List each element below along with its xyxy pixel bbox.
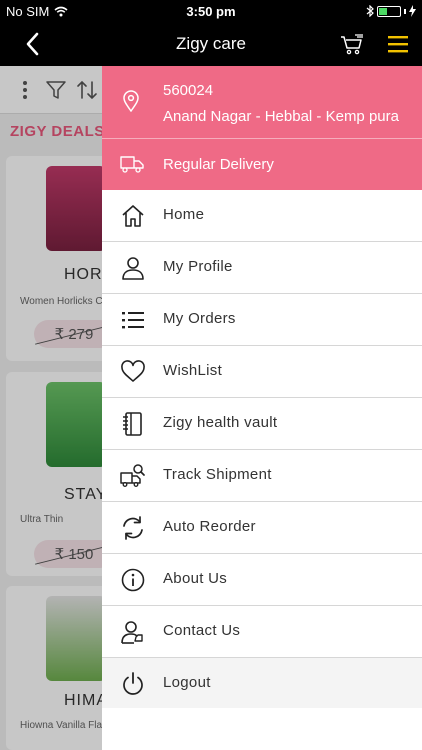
heart-icon bbox=[121, 360, 145, 382]
menu-item-about-us[interactable]: About Us bbox=[102, 554, 422, 606]
delivery-truck-icon bbox=[120, 156, 144, 173]
menu-item-label: My Profile bbox=[163, 258, 233, 275]
status-bar: No SIM 3:50 pm bbox=[0, 0, 422, 22]
menu-item-label: Logout bbox=[163, 674, 211, 691]
truck-search-icon bbox=[120, 464, 145, 487]
menu-item-label: Track Shipment bbox=[163, 466, 272, 483]
location-pin-icon bbox=[123, 90, 139, 112]
divider bbox=[102, 138, 422, 139]
list-icon bbox=[122, 312, 144, 329]
menu-item-label: My Orders bbox=[163, 310, 236, 327]
notebook-icon bbox=[123, 412, 142, 436]
drawer-header: 560024 Anand Nagar - Hebbal - Kemp pura … bbox=[102, 66, 422, 190]
menu-item-home[interactable]: Home bbox=[102, 190, 422, 242]
profile-icon bbox=[122, 257, 144, 280]
home-icon bbox=[122, 205, 144, 227]
delivery-area[interactable]: Anand Nagar - Hebbal - Kemp pura bbox=[163, 108, 399, 125]
menu-item-logout[interactable]: Logout bbox=[102, 658, 422, 710]
bluetooth-icon bbox=[366, 5, 374, 17]
menu-item-label: Contact Us bbox=[163, 622, 241, 639]
menu-item-label: Home bbox=[163, 206, 205, 223]
menu-item-auto-reorder[interactable]: Auto Reorder bbox=[102, 502, 422, 554]
cart-icon[interactable] bbox=[340, 32, 364, 56]
menu-item-label: WishList bbox=[163, 362, 223, 379]
drawer-footer-space bbox=[102, 708, 422, 750]
menu-item-track-shipment[interactable]: Track Shipment bbox=[102, 450, 422, 502]
hamburger-menu-icon[interactable] bbox=[387, 33, 409, 55]
menu-item-my-orders[interactable]: My Orders bbox=[102, 294, 422, 346]
menu-item-zigy-health-vault[interactable]: Zigy health vault bbox=[102, 398, 422, 450]
delivery-type[interactable]: Regular Delivery bbox=[163, 156, 274, 173]
menu-item-contact-us[interactable]: Contact Us bbox=[102, 606, 422, 658]
menu-item-label: Zigy health vault bbox=[163, 414, 278, 431]
status-time: 3:50 pm bbox=[186, 4, 236, 19]
side-drawer: 560024 Anand Nagar - Hebbal - Kemp pura … bbox=[102, 66, 422, 750]
menu-item-my-profile[interactable]: My Profile bbox=[102, 242, 422, 294]
battery-icon bbox=[377, 5, 401, 17]
power-icon bbox=[123, 672, 143, 695]
pincode: 560024 bbox=[163, 82, 214, 99]
dim-overlay[interactable] bbox=[0, 66, 102, 750]
menu-item-label: About Us bbox=[163, 570, 228, 587]
refresh-icon bbox=[123, 516, 143, 540]
contact-icon bbox=[121, 621, 143, 644]
charging-icon bbox=[409, 5, 416, 17]
info-icon bbox=[121, 568, 145, 592]
menu-item-wishlist[interactable]: WishList bbox=[102, 346, 422, 398]
menu-item-label: Auto Reorder bbox=[163, 518, 256, 535]
battery-indicator bbox=[366, 5, 416, 17]
navigation-bar: Zigy care bbox=[0, 22, 422, 66]
